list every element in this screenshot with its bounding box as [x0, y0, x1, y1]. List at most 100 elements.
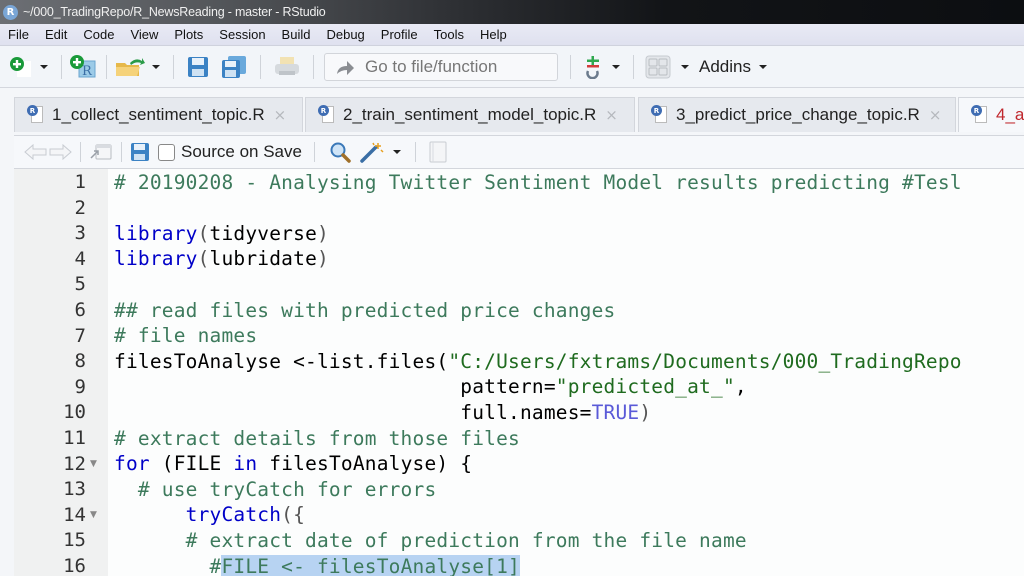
pane-layout-button[interactable] — [645, 52, 671, 82]
close-icon[interactable]: × — [274, 106, 287, 124]
new-file-button[interactable] — [8, 52, 34, 82]
go-to-file-placeholder: Go to file/function — [365, 56, 498, 76]
code-token: "C:/Users/fxtrams/Documents/000_TradingR… — [448, 349, 962, 373]
close-icon[interactable]: × — [929, 106, 942, 124]
plus-circle-icon — [10, 56, 31, 77]
fold-toggle-icon[interactable]: ▼ — [86, 510, 108, 520]
toolbar-separator — [313, 54, 314, 79]
code-line: 2 — [14, 195, 1024, 221]
menu-tools[interactable]: Tools — [426, 27, 472, 42]
menu-bar: File Edit Code View Plots Session Build … — [0, 24, 1024, 46]
addins-dropdown-caret[interactable] — [758, 64, 767, 69]
line-number: 14 — [63, 503, 86, 526]
tab-label: 3_predict_price_change_topic.R — [676, 105, 920, 124]
toolbar-separator — [121, 142, 122, 162]
menu-code[interactable]: Code — [75, 27, 122, 42]
menu-session[interactable]: Session — [211, 27, 273, 42]
code-token: (FILE — [149, 452, 234, 476]
code-token: "predicted_at_" — [555, 375, 735, 399]
r-file-icon: R — [971, 105, 988, 125]
menu-file[interactable]: File — [0, 27, 37, 42]
line-number: 3 — [74, 222, 86, 245]
menu-help[interactable]: Help — [472, 27, 515, 42]
editor-toolbar: Source on Save — [14, 135, 1024, 169]
code-token: for — [114, 452, 150, 476]
arrow-left-icon — [24, 143, 47, 161]
back-button[interactable] — [24, 137, 48, 167]
code-line: 7 # file names — [14, 323, 1024, 349]
code-text: # file names — [114, 324, 258, 348]
fold-toggle-icon[interactable]: ▼ — [86, 459, 108, 469]
selected-text: FILE <- filesToAnalyse[1] — [221, 554, 520, 576]
menu-edit[interactable]: Edit — [37, 27, 75, 42]
vcs-dropdown-caret[interactable] — [612, 64, 620, 69]
editor-save-button[interactable] — [130, 137, 150, 167]
code-token: ) — [317, 247, 329, 271]
menu-profile[interactable]: Profile — [373, 27, 426, 42]
tab-2-train-sentiment-model-topic[interactable]: R 2_train_sentiment_model_topic.R × — [305, 97, 635, 132]
code-token: in — [233, 452, 258, 476]
search-icon — [330, 142, 351, 163]
tab-label: 2_train_sentiment_model_topic.R — [343, 105, 597, 124]
line-number: 2 — [74, 196, 86, 219]
open-file-button[interactable] — [114, 52, 146, 82]
tab-1-collect-sentiment-topic[interactable]: R 1_collect_sentiment_topic.R × — [14, 97, 303, 132]
code-line: 11 # extract details from those files — [14, 425, 1024, 451]
toolbar-separator — [260, 54, 261, 79]
vcs-button[interactable] — [584, 52, 602, 82]
notebook-icon — [429, 141, 447, 163]
addins-menu[interactable]: Addins — [699, 57, 751, 77]
line-number: 9 — [74, 375, 86, 398]
menu-build[interactable]: Build — [274, 27, 319, 42]
floppy-icon — [188, 56, 208, 77]
code-line: 5 — [14, 271, 1024, 297]
toolbar-separator — [570, 54, 571, 79]
git-icon — [586, 55, 599, 79]
menu-plots[interactable]: Plots — [166, 27, 211, 42]
main-toolbar: R Go to file/function Addins — [0, 46, 1024, 88]
code-tools-button[interactable] — [359, 137, 385, 167]
line-number: 13 — [63, 478, 86, 501]
find-replace-button[interactable] — [329, 137, 351, 167]
code-line: 1 # 20190208 - Analysing Twitter Sentime… — [14, 169, 1024, 195]
code-token: library — [114, 221, 198, 245]
save-button[interactable] — [187, 52, 209, 82]
code-line: 3 library(tidyverse) — [14, 220, 1024, 246]
print-button[interactable] — [274, 52, 300, 82]
code-editor[interactable]: 1 # 20190208 - Analysing Twitter Sentime… — [14, 169, 1024, 576]
forward-button[interactable] — [48, 137, 72, 167]
source-on-save-checkbox[interactable] — [158, 143, 175, 161]
toolbar-separator — [106, 54, 107, 79]
code-token: ) — [639, 400, 652, 424]
pane-layout-dropdown-caret[interactable] — [681, 64, 689, 69]
new-file-dropdown-caret[interactable] — [40, 64, 48, 69]
open-file-dropdown-caret[interactable] — [152, 64, 160, 69]
show-in-new-window-button[interactable] — [89, 137, 113, 167]
line-number: 6 — [74, 299, 86, 321]
line-number: 10 — [63, 401, 86, 424]
toolbar-separator — [61, 54, 62, 79]
new-project-button[interactable]: R — [69, 52, 99, 82]
compile-report-button[interactable] — [428, 137, 448, 167]
toolbar-separator — [633, 54, 634, 79]
tab-4-active[interactable]: R 4_a — [958, 97, 1024, 132]
rstudio-logo-icon: R — [3, 4, 18, 20]
save-all-button[interactable] — [221, 52, 247, 82]
menu-debug[interactable]: Debug — [318, 27, 372, 42]
line-number: 15 — [63, 529, 86, 552]
tab-label: 1_collect_sentiment_topic.R — [52, 105, 265, 124]
folder-open-icon — [116, 57, 145, 76]
tab-3-predict-price-change-topic[interactable]: R 3_predict_price_change_topic.R × — [638, 97, 956, 132]
code-tools-dropdown-caret[interactable] — [392, 150, 401, 154]
line-number: 1 — [74, 171, 86, 193]
code-text: # use tryCatch for errors — [114, 477, 437, 501]
svg-text:R: R — [82, 64, 93, 79]
go-to-file-function-input[interactable]: Go to file/function — [324, 52, 558, 81]
menu-view[interactable]: View — [122, 27, 166, 42]
close-icon[interactable]: × — [605, 106, 618, 124]
printer-icon — [275, 56, 299, 75]
code-line: 13 # use tryCatch for errors — [14, 476, 1024, 502]
code-token: filesToAnalyse) { — [257, 452, 473, 476]
line-number: 16 — [63, 555, 86, 576]
